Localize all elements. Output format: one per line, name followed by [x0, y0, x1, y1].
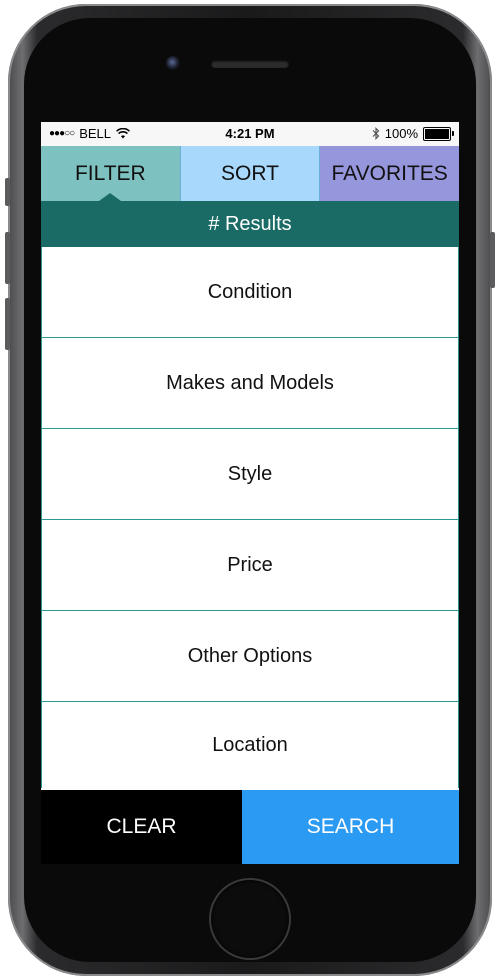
filter-item-style[interactable]: Style — [42, 429, 458, 520]
filter-list: Condition Makes and Models Style Price O… — [41, 247, 459, 788]
tab-favorites[interactable]: FAVORITES — [320, 146, 459, 201]
action-bar: CLEAR SEARCH — [41, 790, 459, 864]
volume-down-button — [5, 298, 10, 350]
status-bar: ●●●○○ BELL 4:21 PM 100% — [41, 122, 459, 146]
battery-percent: 100% — [384, 126, 418, 141]
active-tab-caret-icon — [99, 193, 122, 201]
search-button-label: SEARCH — [306, 815, 395, 838]
home-button[interactable] — [211, 880, 289, 958]
filter-item-other-options[interactable]: Other Options — [42, 611, 458, 702]
filter-item-label: Price — [227, 553, 273, 576]
filter-item-label: Location — [212, 733, 288, 756]
filter-item-label: Condition — [207, 280, 293, 303]
filter-item-price[interactable]: Price — [42, 520, 458, 611]
earpiece-speaker — [211, 60, 289, 68]
search-button[interactable]: SEARCH — [242, 790, 459, 864]
tab-sort-label: SORT — [221, 161, 279, 185]
tab-filter[interactable]: FILTER — [41, 146, 180, 201]
filter-item-label: Style — [227, 462, 273, 485]
tab-favorites-label: FAVORITES — [331, 161, 448, 185]
mute-switch — [5, 178, 10, 206]
volume-up-button — [5, 232, 10, 284]
filter-item-label: Other Options — [187, 644, 313, 667]
power-button — [490, 232, 495, 288]
app-screen: ●●●○○ BELL 4:21 PM 100% FILTER SORT FAVO… — [41, 122, 459, 864]
filter-item-makes-and-models[interactable]: Makes and Models — [42, 338, 458, 429]
battery-icon — [423, 126, 454, 141]
clear-button[interactable]: CLEAR — [41, 790, 242, 864]
filter-item-condition[interactable]: Condition — [42, 247, 458, 338]
front-camera-icon — [166, 56, 180, 70]
results-count-label: # Results — [208, 212, 292, 235]
tab-filter-label: FILTER — [74, 161, 146, 185]
tab-sort[interactable]: SORT — [179, 146, 321, 201]
status-bar-right: 100% — [372, 126, 454, 141]
filter-item-label: Makes and Models — [166, 371, 334, 394]
bluetooth-icon — [372, 127, 380, 140]
tab-bar: FILTER SORT FAVORITES — [41, 146, 459, 201]
clear-button-label: CLEAR — [106, 815, 177, 838]
results-count-bar: # Results — [41, 201, 459, 247]
filter-item-location[interactable]: Location — [42, 702, 458, 788]
